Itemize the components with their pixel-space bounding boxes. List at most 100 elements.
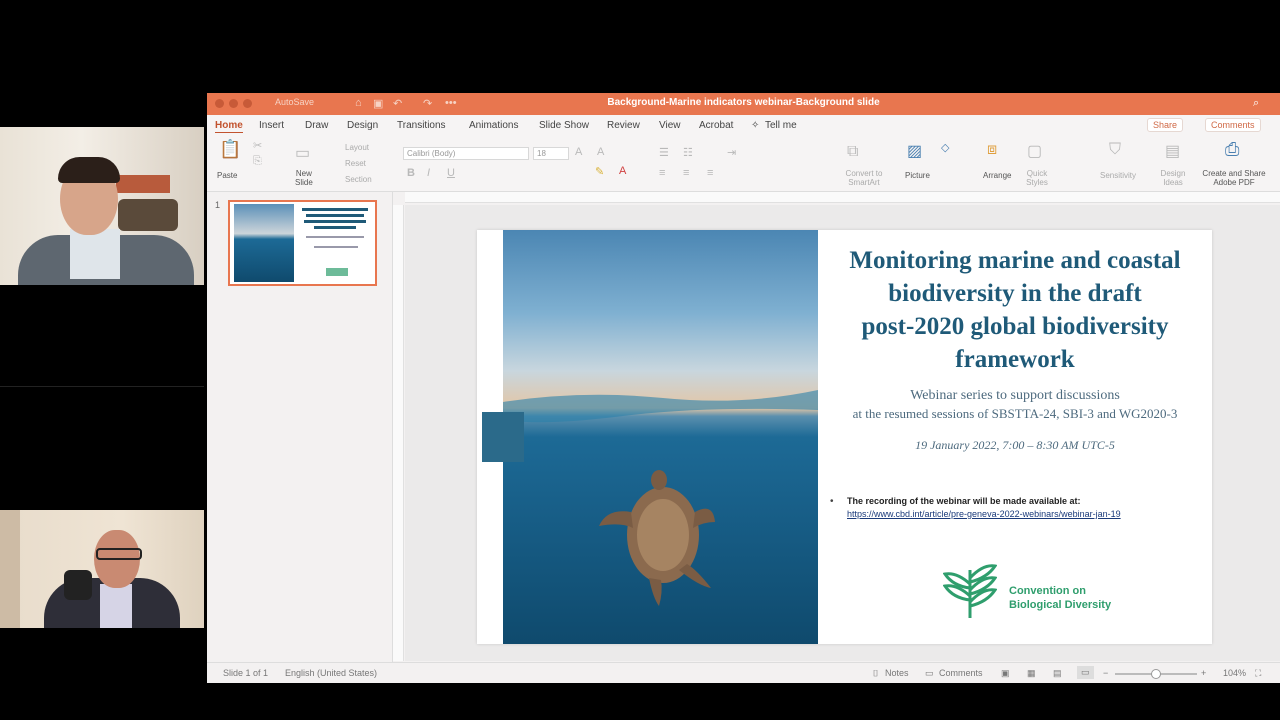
reading-view-icon[interactable]: ▤ bbox=[1053, 668, 1062, 679]
tab-draw[interactable]: Draw bbox=[305, 120, 328, 131]
quick-styles-icon[interactable]: ▢ bbox=[1027, 141, 1042, 161]
tab-home[interactable]: Home bbox=[215, 120, 243, 134]
slide-thumbnails-pane: 1 bbox=[207, 192, 393, 662]
bullets-icon[interactable]: ☰ bbox=[659, 146, 669, 159]
arrange-icon[interactable]: ⧈ bbox=[987, 141, 997, 159]
shelf-items bbox=[118, 199, 178, 231]
font-size-select[interactable]: 18 bbox=[533, 147, 569, 160]
horizontal-ruler bbox=[405, 192, 1280, 203]
slide-title-line: biodiversity in the draft bbox=[888, 280, 1142, 307]
powerpoint-window: AutoSave ⌂ ▣ ↶ ↷ ••• Background-Marine i… bbox=[207, 93, 1280, 683]
comments-status-button[interactable]: Comments bbox=[939, 668, 983, 678]
bullet-point: • bbox=[830, 496, 834, 507]
zoom-slider[interactable] bbox=[1115, 669, 1197, 679]
paste-icon[interactable]: 📋 bbox=[219, 139, 241, 160]
slide-sorter-icon[interactable]: ▦ bbox=[1027, 668, 1036, 679]
tab-review[interactable]: Review bbox=[607, 120, 640, 131]
thumbnail-date-line bbox=[314, 246, 358, 248]
tab-insert[interactable]: Insert bbox=[259, 120, 284, 131]
slideshow-view-icon[interactable]: ▭ bbox=[1077, 666, 1094, 679]
slide[interactable]: Monitoring marine and coastal biodiversi… bbox=[477, 230, 1212, 644]
underline-icon[interactable]: U bbox=[447, 167, 455, 179]
recording-link[interactable]: https://www.cbd.int/article/pre-geneva-2… bbox=[847, 509, 1121, 519]
cut-icon[interactable]: ✂ bbox=[253, 139, 262, 152]
zoom-in-button[interactable]: + bbox=[1201, 668, 1206, 678]
fit-slide-icon[interactable]: ⛶ bbox=[1255, 668, 1261, 679]
numbering-icon[interactable]: ☷ bbox=[683, 146, 693, 159]
title-bar: AutoSave ⌂ ▣ ↶ ↷ ••• Background-Marine i… bbox=[207, 93, 1280, 115]
highlight-icon[interactable]: ✎ bbox=[595, 165, 604, 178]
window-title: Background-Marine indicators webinar-Bac… bbox=[607, 97, 880, 108]
quick-styles-label[interactable]: Quick Styles bbox=[1021, 169, 1053, 187]
slide-title-line: Monitoring marine and coastal bbox=[849, 247, 1181, 274]
adobe-pdf-icon[interactable]: ⎙ bbox=[1225, 139, 1239, 160]
thumbnail-subtitle-line bbox=[306, 236, 364, 238]
align-left-icon[interactable]: ≡ bbox=[659, 167, 665, 179]
shapes-icon[interactable]: ◇ bbox=[941, 141, 949, 154]
arrange-label[interactable]: Arrange bbox=[983, 171, 1011, 180]
slide-thumbnail[interactable] bbox=[228, 200, 377, 286]
zoom-level[interactable]: 104% bbox=[1223, 668, 1246, 678]
font-color-icon[interactable]: A bbox=[619, 165, 626, 177]
copy-icon[interactable]: ⎘ bbox=[253, 155, 262, 168]
layout-button[interactable]: Layout bbox=[345, 143, 369, 152]
picture-label[interactable]: Picture bbox=[905, 171, 930, 180]
participant-tile-2[interactable] bbox=[0, 510, 204, 628]
status-bar: Slide 1 of 1 English (United States) ⌷ N… bbox=[207, 662, 1280, 683]
picture-icon[interactable]: ▨ bbox=[907, 141, 922, 161]
paste-label: Paste bbox=[217, 171, 238, 180]
thumbnail-logo bbox=[326, 268, 348, 276]
share-button[interactable]: Share bbox=[1147, 118, 1184, 132]
tab-acrobat[interactable]: Acrobat bbox=[699, 120, 733, 131]
new-slide-icon[interactable]: ▭ bbox=[295, 143, 310, 163]
tell-me-lightbulb-icon[interactable]: ✧ bbox=[751, 120, 759, 131]
search-icon[interactable]: ⌕ bbox=[1253, 97, 1259, 110]
design-ideas-label[interactable]: Design Ideas bbox=[1157, 169, 1189, 187]
align-right-icon[interactable]: ≡ bbox=[707, 167, 713, 179]
indent-icon[interactable]: ⇥ bbox=[727, 146, 736, 159]
language-indicator[interactable]: English (United States) bbox=[285, 668, 377, 678]
participant-tile-1[interactable] bbox=[0, 127, 204, 285]
tab-transitions[interactable]: Transitions bbox=[397, 120, 446, 131]
slide-subtitle-line: Webinar series to support discussions bbox=[910, 388, 1120, 403]
decrease-font-icon[interactable]: A bbox=[597, 146, 604, 158]
normal-view-icon[interactable]: ▣ bbox=[1001, 668, 1010, 679]
cbd-logo-text: Biological Diversity bbox=[1009, 599, 1112, 611]
tab-design[interactable]: Design bbox=[347, 120, 378, 131]
zoom-out-button[interactable]: − bbox=[1103, 668, 1108, 678]
recording-note: The recording of the webinar will be mad… bbox=[847, 496, 1081, 506]
comments-button[interactable]: Comments bbox=[1205, 118, 1261, 132]
align-center-icon[interactable]: ≡ bbox=[683, 167, 689, 179]
sea-turtle-illustration bbox=[503, 390, 818, 606]
create-share-pdf-label[interactable]: Create and Share Adobe PDF bbox=[1201, 169, 1267, 187]
section-button[interactable]: Section bbox=[345, 175, 372, 184]
cbd-logo-icon bbox=[943, 564, 997, 618]
font-family-select[interactable]: Calibri (Body) bbox=[403, 147, 529, 160]
tab-tell-me[interactable]: Tell me bbox=[765, 120, 797, 131]
comments-icon[interactable]: ▭ bbox=[925, 668, 934, 679]
thumbnail-title-line bbox=[302, 208, 368, 211]
slide-number: 1 bbox=[215, 200, 221, 210]
tab-slide-show[interactable]: Slide Show bbox=[539, 120, 589, 131]
cbd-logo-text: Convention on bbox=[1009, 585, 1086, 597]
increase-font-icon[interactable]: A bbox=[575, 146, 582, 158]
convert-smartart-label[interactable]: Convert to SmartArt bbox=[839, 169, 889, 187]
tab-animations[interactable]: Animations bbox=[469, 120, 518, 131]
thumbnail-photo bbox=[234, 204, 294, 282]
notes-button[interactable]: Notes bbox=[885, 668, 909, 678]
vertical-ruler bbox=[393, 205, 404, 661]
reset-button[interactable]: Reset bbox=[345, 159, 366, 168]
zoom-slider-thumb[interactable] bbox=[1151, 669, 1161, 679]
smartart-icon[interactable]: ⧉ bbox=[847, 143, 858, 161]
bold-icon[interactable]: B bbox=[407, 167, 415, 179]
new-slide-label[interactable]: New Slide bbox=[295, 169, 313, 187]
sensitivity-label[interactable]: Sensitivity bbox=[1100, 171, 1136, 180]
tab-view[interactable]: View bbox=[659, 120, 681, 131]
design-ideas-icon[interactable]: ▤ bbox=[1165, 141, 1180, 161]
sensitivity-icon[interactable]: ⛉ bbox=[1109, 141, 1121, 159]
slide-count: Slide 1 of 1 bbox=[223, 668, 269, 678]
notes-icon[interactable]: ⌷ bbox=[873, 668, 878, 679]
italic-icon[interactable]: I bbox=[427, 167, 430, 179]
accent-block bbox=[482, 412, 524, 462]
ribbon-tabs: Home Insert Draw Design Transitions Anim… bbox=[207, 115, 1280, 134]
